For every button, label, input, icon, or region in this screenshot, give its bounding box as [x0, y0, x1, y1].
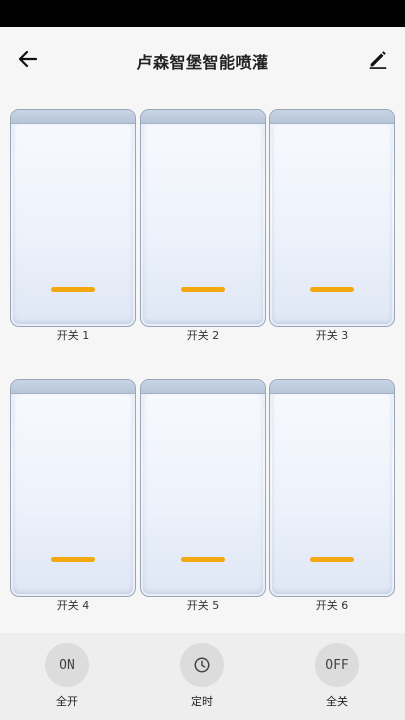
switch-label: 开关 4 — [56, 599, 90, 612]
clock-icon — [194, 657, 210, 673]
switch-cell-3: 开关 3 — [269, 109, 395, 343]
switch-label: 开关 1 — [56, 329, 90, 342]
timer-label: 定时 — [191, 695, 213, 708]
off-icon: OFF — [325, 657, 349, 673]
switch-cell-2: 开关 2 — [140, 109, 266, 343]
switch-indicator — [181, 287, 225, 292]
switch-5[interactable] — [140, 379, 266, 597]
all-on-button[interactable]: ON — [45, 643, 89, 687]
edit-button[interactable] — [362, 43, 394, 75]
switch-indicator — [51, 287, 95, 292]
timer-action: 定时 — [162, 643, 242, 709]
switch-indicator — [310, 557, 354, 562]
back-button[interactable] — [12, 43, 44, 75]
switch-rocker-edge — [270, 380, 394, 394]
switch-cell-1: 开关 1 — [10, 109, 136, 343]
switch-rocker-face — [13, 394, 133, 594]
switch-rocker-face — [272, 394, 392, 594]
switch-indicator — [310, 287, 354, 292]
timer-button[interactable] — [180, 643, 224, 687]
switch-label: 开关 5 — [186, 599, 220, 612]
page-title: 卢森智堡智能喷灌 — [136, 53, 269, 72]
arrow-left-icon — [18, 50, 38, 68]
all-off-action: OFF 全关 — [297, 643, 377, 709]
switch-cell-5: 开关 5 — [140, 379, 266, 613]
switch-3[interactable] — [269, 109, 395, 327]
switch-2[interactable] — [140, 109, 266, 327]
on-icon: ON — [59, 657, 75, 673]
switch-indicator — [181, 557, 225, 562]
switch-rocker-face — [13, 124, 133, 324]
all-off-button[interactable]: OFF — [315, 643, 359, 687]
all-on-label: 全开 — [56, 695, 78, 708]
switch-rocker-face — [143, 394, 263, 594]
switch-rocker-face — [143, 124, 263, 324]
switch-cell-6: 开关 6 — [269, 379, 395, 613]
pencil-icon — [369, 51, 387, 69]
switch-label: 开关 6 — [315, 599, 349, 612]
switch-rocker-face — [272, 124, 392, 324]
switch-rocker-edge — [141, 380, 265, 394]
switch-rocker-edge — [11, 380, 135, 394]
header: 卢森智堡智能喷灌 — [0, 27, 405, 93]
switch-indicator — [51, 557, 95, 562]
status-bar — [0, 0, 405, 27]
all-off-label: 全关 — [326, 695, 348, 708]
switch-label: 开关 2 — [186, 329, 220, 342]
switch-4[interactable] — [10, 379, 136, 597]
switch-rocker-edge — [141, 110, 265, 124]
switch-1[interactable] — [10, 109, 136, 327]
all-on-action: ON 全开 — [27, 643, 107, 709]
switch-label: 开关 3 — [315, 329, 349, 342]
switch-rocker-edge — [11, 110, 135, 124]
switch-6[interactable] — [269, 379, 395, 597]
bottom-action-bar: ON 全开 定时 OFF 全关 — [0, 633, 405, 720]
switch-grid: 开关 1 开关 2 开关 3 开关 4 开关 5 开关 6 — [0, 93, 405, 633]
switch-cell-4: 开关 4 — [10, 379, 136, 613]
switch-rocker-edge — [270, 110, 394, 124]
